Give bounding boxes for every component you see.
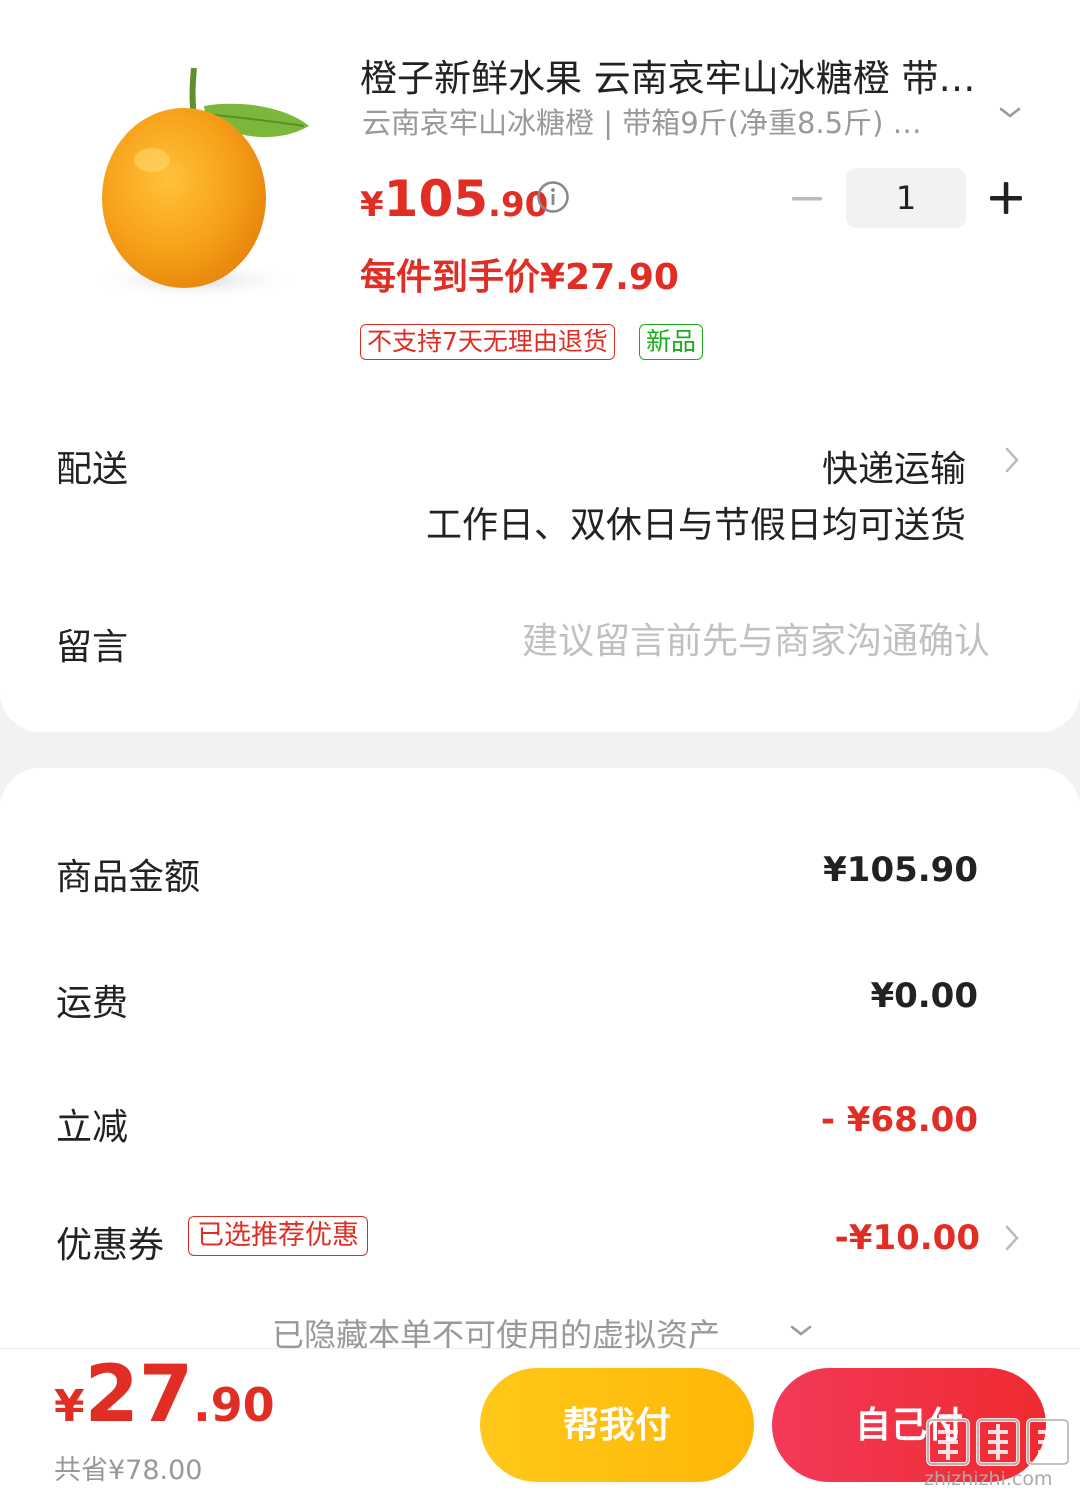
total-currency: ¥ <box>54 1381 85 1432</box>
watermark-logo <box>926 1418 1070 1466</box>
total-price: ¥27.90 <box>54 1350 275 1440</box>
new-product-tag: 新品 <box>639 324 704 360</box>
product-price: ¥105.90 <box>360 170 548 228</box>
coupon-status-tag: 已选推荐优惠 <box>188 1216 368 1256</box>
goods-amount-value: ¥105.90 <box>823 850 978 890</box>
chevron-right-icon[interactable] <box>1002 444 1022 476</box>
watermark-text: zhizhizhi.com <box>924 1468 1053 1490</box>
discount-value: - ¥68.00 <box>820 1100 978 1140</box>
info-icon[interactable] <box>536 180 570 214</box>
product-image[interactable] <box>54 48 316 310</box>
return-policy-tag: 不支持7天无理由退货 <box>360 324 615 360</box>
shipping-fee-value: ¥0.00 <box>870 976 978 1016</box>
message-input[interactable] <box>430 616 990 666</box>
delivery-note: 工作日、双休日与节假日均可送货 <box>425 505 966 546</box>
minus-icon[interactable] <box>788 182 826 216</box>
plus-icon[interactable] <box>986 178 1026 218</box>
chevron-down-icon[interactable] <box>996 98 1024 126</box>
message-label: 留言 <box>56 627 129 668</box>
watermark: zhizhizhi.com <box>922 1412 1074 1492</box>
product-spec[interactable]: 云南哀牢山冰糖橙 | 带箱9斤(净重8.5斤) 中果 <box>362 100 942 142</box>
goods-amount-label: 商品金额 <box>56 857 201 898</box>
unit-price: 每件到手价¥27.90 <box>360 257 679 298</box>
total-saved: 共省¥78.00 <box>54 1455 203 1486</box>
total-decimal: .90 <box>193 1378 275 1432</box>
shipping-fee-label: 运费 <box>56 983 129 1024</box>
price-integer: 105 <box>383 170 489 228</box>
delivery-method[interactable]: 快递运输 <box>822 440 966 492</box>
coupon-label: 优惠券 <box>56 1225 165 1266</box>
price-currency: ¥ <box>360 185 384 225</box>
quantity-value[interactable]: 1 <box>846 168 966 228</box>
help-me-pay-button[interactable]: 帮我付 <box>480 1368 754 1482</box>
product-title: 橙子新鲜水果 云南哀牢山冰糖橙 带箱9斤(净重8.5斤) 中果 <box>360 57 1000 100</box>
chevron-right-icon[interactable] <box>1002 1222 1022 1254</box>
chevron-down-icon[interactable] <box>788 1320 814 1342</box>
discount-label: 立减 <box>56 1107 129 1148</box>
total-integer: 27 <box>84 1350 194 1440</box>
delivery-label: 配送 <box>56 449 129 490</box>
coupon-value[interactable]: -¥10.00 <box>835 1218 980 1258</box>
